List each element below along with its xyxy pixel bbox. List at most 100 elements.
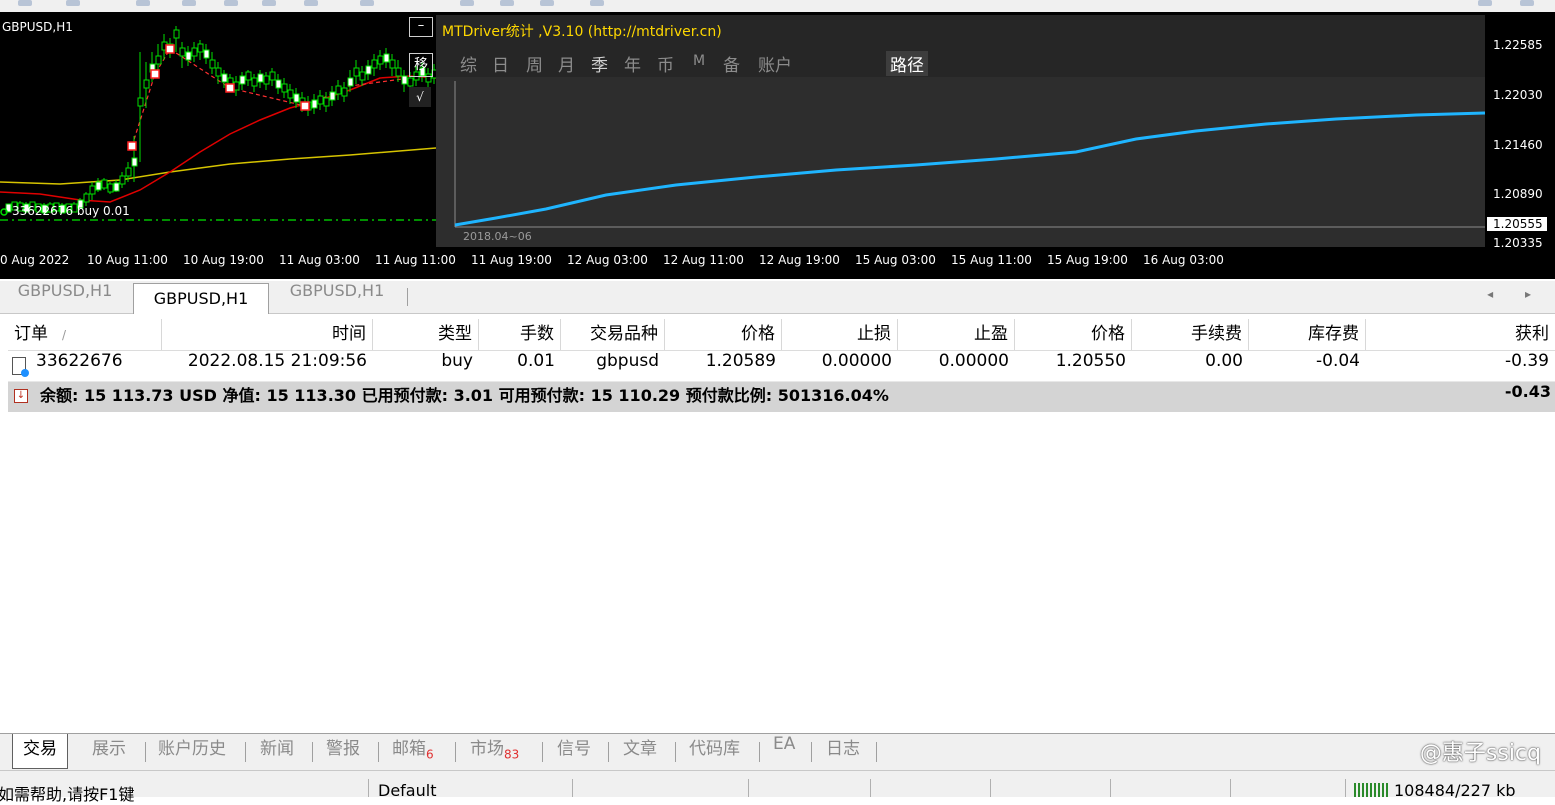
time-label: 15 Aug 11:00 xyxy=(951,253,1032,267)
col-current-price[interactable]: 价格 xyxy=(1015,319,1132,350)
col-profit[interactable]: 获利 xyxy=(1366,319,1555,350)
tab-news[interactable]: 新闻 xyxy=(260,734,294,768)
tab-journal[interactable]: 日志 xyxy=(826,734,860,768)
price-level: 1.22585 xyxy=(1493,38,1543,52)
table-row[interactable]: 33622676 2022.08.15 21:09:56 buy 0.01 gb… xyxy=(8,351,1555,382)
toolbar-button[interactable] xyxy=(460,0,474,6)
tab-trade[interactable]: 交易 xyxy=(12,734,68,769)
cell-time: 2022.08.15 21:09:56 xyxy=(187,351,367,371)
chart-tab[interactable]: GBPUSD,H1 xyxy=(273,281,401,313)
col-type[interactable]: 类型 xyxy=(373,319,479,350)
move-panel-button[interactable]: 移 xyxy=(409,53,433,77)
mt-tab-m[interactable]: M xyxy=(693,53,705,69)
tab-divider xyxy=(811,742,812,762)
toolbar-button[interactable] xyxy=(136,0,150,6)
time-label: 11 Aug 11:00 xyxy=(375,253,456,267)
cell-symbol: gbpusd xyxy=(596,351,659,371)
candle-body xyxy=(269,71,276,81)
toolbar-button[interactable] xyxy=(590,0,604,6)
tab-account-history[interactable]: 账户历史 xyxy=(158,734,226,768)
current-price-marker: 1.20555 xyxy=(1487,217,1547,231)
col-order[interactable]: 订单 / xyxy=(8,319,162,350)
toolbar-button[interactable] xyxy=(360,0,374,6)
candle-body xyxy=(191,47,198,57)
chart-tab[interactable]: GBPUSD,H1 xyxy=(2,281,128,313)
cell-volume: 0.01 xyxy=(517,351,555,371)
tab-market-label: 市场 xyxy=(470,739,504,759)
mt-tab-year[interactable]: 年 xyxy=(624,51,641,76)
col-volume[interactable]: 手数 xyxy=(479,319,561,350)
status-divider xyxy=(368,779,369,797)
tab-articles[interactable]: 文章 xyxy=(623,734,657,768)
toolbar-button[interactable] xyxy=(262,0,276,6)
toolbar-button[interactable] xyxy=(224,0,238,6)
candle-body xyxy=(389,59,396,69)
cell-swap: -0.04 xyxy=(1316,351,1360,371)
equity-curve-line xyxy=(454,111,1485,227)
chart-tab-bar: GBPUSD,H1 GBPUSD,H1 GBPUSD,H1 ◂ ▸ xyxy=(0,281,1555,314)
toolbar-button[interactable] xyxy=(1520,0,1534,6)
toolbar-button[interactable] xyxy=(500,0,514,6)
toolbar-button[interactable] xyxy=(182,0,196,6)
col-symbol[interactable]: 交易品种 xyxy=(561,319,665,350)
equity-curve-plot xyxy=(436,77,1485,247)
tab-experts[interactable]: EA xyxy=(773,734,795,768)
status-profile[interactable]: Default xyxy=(378,781,436,800)
order-doc-icon xyxy=(12,357,29,377)
candle-body xyxy=(263,75,270,85)
toolbar-button[interactable] xyxy=(18,0,32,6)
candle-body xyxy=(221,73,228,83)
price-level: 1.22030 xyxy=(1493,88,1543,102)
tab-scroll-arrows[interactable]: ◂ ▸ xyxy=(1487,287,1545,301)
tab-market[interactable]: 市场83 xyxy=(470,734,519,768)
mt-tab-account[interactable]: 账户 xyxy=(758,51,792,76)
col-commission[interactable]: 手续费 xyxy=(1132,319,1249,350)
confirm-button[interactable]: √ xyxy=(409,87,431,107)
tab-mailbox[interactable]: 邮箱6 xyxy=(392,734,434,768)
tab-exposure[interactable]: 展示 xyxy=(92,734,126,768)
order-label: 33622676 buy 0.01 xyxy=(12,204,130,218)
mt-tab-path[interactable]: 路径 xyxy=(886,51,928,76)
tab-divider xyxy=(245,742,246,762)
mt-tab-week[interactable]: 周 xyxy=(526,51,543,76)
tab-divider xyxy=(608,742,609,762)
mt-tab-overview[interactable]: 综 xyxy=(460,51,477,76)
col-time[interactable]: 时间 xyxy=(162,319,373,350)
candle-body xyxy=(173,29,180,39)
tab-signals[interactable]: 信号 xyxy=(557,734,591,768)
toolbar-button[interactable] xyxy=(540,0,554,6)
col-price[interactable]: 价格 xyxy=(665,319,782,350)
mt-tab-currency[interactable]: 币 xyxy=(657,51,674,76)
chart-tab-active[interactable]: GBPUSD,H1 xyxy=(133,283,269,314)
candle-body xyxy=(125,167,132,177)
mt-tab-day[interactable]: 日 xyxy=(492,51,509,76)
col-swap[interactable]: 库存费 xyxy=(1249,319,1366,350)
status-divider xyxy=(990,779,991,797)
toolbar-button[interactable] xyxy=(66,0,80,6)
candle-body xyxy=(275,79,282,89)
toolbar-button[interactable] xyxy=(304,0,318,6)
account-summary-row[interactable]: ↓ 余额: 15 113.73 USD 净值: 15 113.30 已用预付款:… xyxy=(8,382,1555,412)
col-take-profit[interactable]: 止盈 xyxy=(898,319,1015,350)
candle-body xyxy=(365,65,372,75)
price-chart-window[interactable]: GBPUSD,H1 33622676 buy 0.01 – 移 √ MTDriv… xyxy=(0,12,1555,279)
tab-code-base[interactable]: 代码库 xyxy=(689,734,740,768)
tab-mailbox-label: 邮箱 xyxy=(392,739,426,759)
minimize-panel-button[interactable]: – xyxy=(409,17,433,37)
toolbar-button[interactable] xyxy=(1478,0,1492,6)
mt-tab-quarter[interactable]: 季 xyxy=(591,51,608,76)
candle-body xyxy=(209,59,216,69)
col-stop-loss[interactable]: 止损 xyxy=(782,319,898,350)
trade-marker xyxy=(165,44,175,54)
trade-marker xyxy=(225,83,235,93)
tab-divider xyxy=(312,742,313,762)
trade-marker xyxy=(127,141,137,151)
trade-marker xyxy=(150,69,160,79)
mt-tab-notes[interactable]: 备 xyxy=(723,51,740,76)
mt-tab-month[interactable]: 月 xyxy=(558,51,575,76)
tab-alerts[interactable]: 警报 xyxy=(326,734,360,768)
price-level: 1.21460 xyxy=(1493,138,1543,152)
time-label: 10 Aug 19:00 xyxy=(183,253,264,267)
candle-body xyxy=(395,67,402,77)
status-traffic: 108484/227 kb xyxy=(1394,781,1516,800)
